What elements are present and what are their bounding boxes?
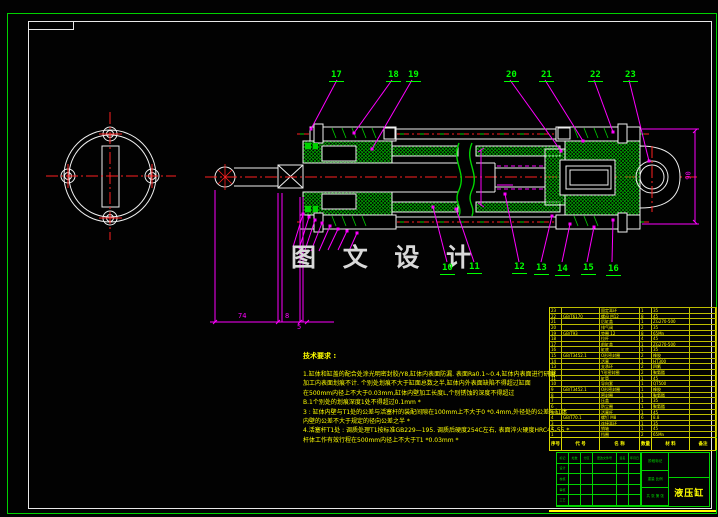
tb-cell — [569, 474, 581, 485]
callout-18: 18 — [386, 70, 401, 82]
tb-stage-label: 阶段标记 — [642, 453, 669, 471]
end-view-centerlines — [46, 112, 176, 240]
note-line: 加工内表面划痕不计. 个别处划痕不大于缸面总数之半,缸体内外表面缺陷不得超过缸面 — [303, 380, 531, 388]
dimension-74: 74 — [238, 312, 247, 320]
cad-drawing-sheet: 图 文 设 计 17 18 19 20 21 22 23 10 11 12 13 14 15 16 74 … — [0, 0, 718, 517]
bom-header-cell: 名 称 — [600, 438, 640, 450]
callout-17: 17 — [329, 70, 344, 82]
tb-cell — [593, 463, 617, 475]
note-line: 内壁的公差不大于规定的径向公差之半 * — [303, 418, 410, 426]
bom-header-cell: 材 料 — [652, 438, 690, 450]
tb-cell — [581, 495, 593, 506]
bom-row: 1 挡圈 2 65Mn — [550, 431, 717, 437]
tb-cell — [629, 495, 641, 506]
title-block-right: 液压缸 — [668, 453, 709, 506]
bom-cell: 挡圈 — [600, 431, 640, 437]
tb-cell: 工艺 — [557, 495, 569, 506]
callout-14: 14 — [555, 264, 570, 276]
bom-cell: 65Mn — [652, 431, 690, 437]
dimension-8: 8 — [285, 312, 290, 320]
callout-19: 19 — [406, 70, 421, 82]
callout-15: 15 — [581, 263, 596, 275]
bom-cell — [562, 431, 600, 437]
callout-10: 10 — [440, 263, 455, 275]
bom-cell: 1 — [550, 431, 562, 437]
title-block-revision-grid: 标记 处数 分区 更改文件号 签名 年月日 设计 校核 审核 工艺 — [557, 453, 641, 506]
tb-weight-scale-label: 重量 比例 — [642, 471, 669, 489]
tb-cell: 更改文件号 — [593, 453, 617, 464]
tb-cell — [569, 484, 581, 496]
tb-sheet-label: 共 张 第 张 — [642, 488, 669, 507]
title-block: 标记 处数 分区 更改文件号 签名 年月日 设计 校核 审核 工艺 阶段标记 重 — [556, 452, 710, 507]
tb-cell: 校核 — [557, 474, 569, 485]
tb-cell — [593, 474, 617, 485]
break-lines — [456, 142, 475, 217]
callout-21: 21 — [539, 70, 554, 82]
note-line: 杆体工作有效行程在500mm内径上不大于T1 *0.03mm * — [303, 436, 459, 444]
tb-cell — [617, 495, 629, 506]
tb-cell — [569, 463, 581, 475]
bom-bottom-rule — [549, 510, 716, 512]
technical-notes: 技术要求 : 1.缸体和缸盖的配合处涂光明密封胶/Y8,缸体内表面防漏. 表面R… — [303, 351, 570, 445]
bom-header-cell: 序号 — [550, 438, 562, 450]
notes-header: 技术要求 : — [303, 352, 337, 360]
note-line: B.1个别处的划痕深度1处不得超过0.1mm * — [303, 399, 421, 407]
bom-header-cell: 备注 — [690, 438, 717, 450]
tb-cell: 签名 — [617, 453, 629, 464]
callout-22: 22 — [588, 70, 603, 82]
note-line: 在500mm内径上不大于0.03mm,缸体内壁加工长度L,个别锈蚀的深度不得超过 — [303, 389, 515, 397]
cylinder-assembly — [299, 123, 681, 233]
note-line: 3 : 缸体内壁与T1处的公差与活塞杆的装配间隙在100mm上不大于0 *0.4… — [303, 408, 568, 416]
callout-23: 23 — [623, 70, 638, 82]
tb-cell: 分区 — [581, 453, 593, 464]
tb-cell: 标记 — [557, 453, 569, 464]
tb-cell — [593, 495, 617, 506]
tb-cell: 设计 — [557, 463, 569, 475]
tb-cell — [617, 474, 629, 485]
tb-cell: 审核 — [557, 484, 569, 496]
tb-cell — [581, 463, 593, 475]
bom-table: 23 固定耳环 1 35 22 GB/T6170 螺母 M12 8 45 21 后缸盖 1 ZG270-… — [549, 307, 717, 437]
tb-cell — [581, 474, 593, 485]
bom-cell — [690, 431, 717, 437]
dimension-5: 5 — [297, 323, 302, 331]
tb-cell — [581, 484, 593, 496]
title-block-middle: 阶段标记 重量 比例 共 张 第 张 — [641, 453, 669, 507]
callout-11: 11 — [467, 262, 482, 274]
note-line: 1.缸体和缸盖的配合处涂光明密封胶/Y8,缸体内表面防漏. 表面Ra0.1~0.… — [303, 371, 558, 378]
bom-header-cell: 代 号 — [562, 438, 600, 450]
bom-header-cell: 数量 — [640, 438, 652, 450]
tb-cell — [593, 484, 617, 496]
bom-cell: 2 — [640, 431, 652, 437]
tb-cell — [617, 484, 629, 496]
callout-13: 13 — [534, 263, 549, 275]
tb-cell — [629, 484, 641, 496]
dimension-90: 90 — [684, 171, 693, 180]
notes-body: 1.缸体和缸盖的配合处涂光明密封胶/Y8,缸体内表面防漏. 表面Ra0.1~0.… — [303, 370, 570, 445]
tb-cell: 处数 — [569, 453, 581, 464]
bom-header-row: 序号 代 号 名 称 数量 材 料 备注 — [549, 437, 717, 451]
drawing-title: 液压缸 — [674, 488, 705, 499]
tb-cell — [569, 495, 581, 506]
callout-20: 20 — [504, 70, 519, 82]
drawing-number-cell — [669, 453, 709, 478]
tb-cell: 年月日 — [629, 453, 641, 464]
note-line: 4.活塞杆T1处 : 调质处理T1按标准GB229—195. 调质后硬度254C… — [303, 427, 570, 435]
tb-cell — [617, 463, 629, 475]
tb-cell — [629, 474, 641, 485]
callout-16: 16 — [606, 264, 621, 276]
callout-12: 12 — [512, 262, 527, 274]
tb-cell — [629, 463, 641, 475]
